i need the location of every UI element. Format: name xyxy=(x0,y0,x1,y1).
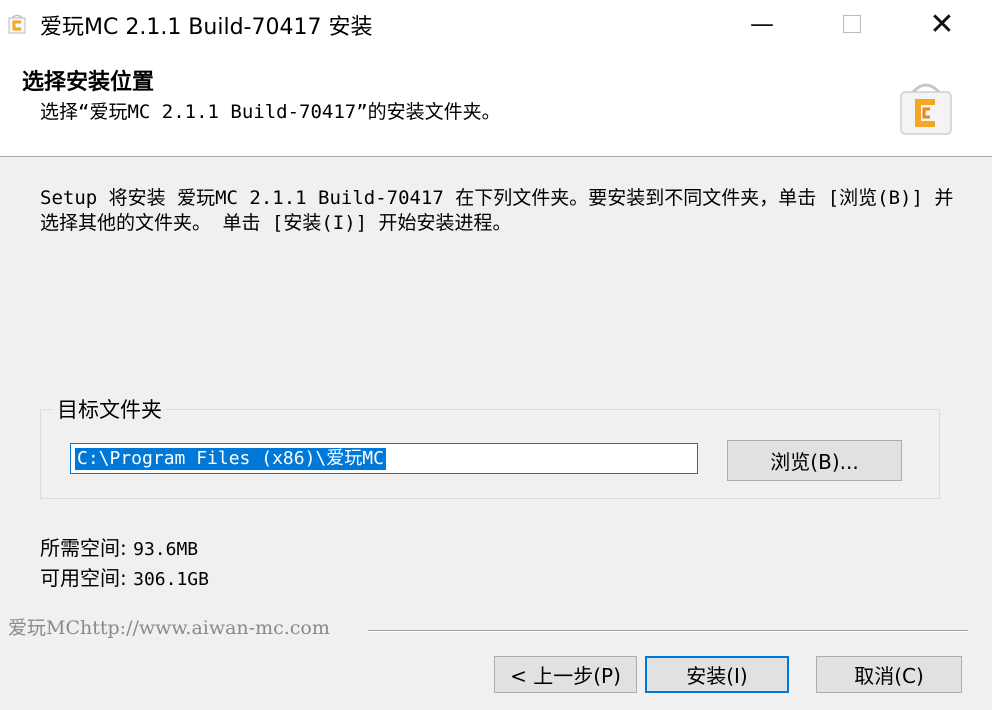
maximize-icon xyxy=(843,15,861,33)
page-title: 选择安装位置 xyxy=(22,70,155,95)
install-path-input[interactable]: C:\Program Files (x86)\爱玩MC xyxy=(70,443,698,474)
minimize-button[interactable]: — xyxy=(716,0,808,48)
space-required: 所需空间: 93.6MB xyxy=(40,532,198,561)
content-panel: Setup 将安装 爱玩MC 2.1.1 Build-70417 在下列文件夹。… xyxy=(0,157,992,710)
browse-button[interactable]: 浏览(B)... xyxy=(727,440,902,481)
cancel-button[interactable]: 取消(C) xyxy=(816,656,962,693)
maximize-button[interactable] xyxy=(806,0,898,48)
space-available-value: 306.1GB xyxy=(133,569,209,590)
page-header: 选择安装位置 选择“爱玩MC 2.1.1 Build-70417”的安装文件夹。 xyxy=(0,48,992,157)
install-path-value: C:\Program Files (x86)\爱玩MC xyxy=(75,448,386,470)
destination-folder-group: 目标文件夹 C:\Program Files (x86)\爱玩MC 浏览(B).… xyxy=(40,394,940,499)
close-button[interactable]: ✕ xyxy=(896,0,988,48)
footer-divider xyxy=(368,630,968,632)
intro-text: Setup 将安装 爱玩MC 2.1.1 Build-70417 在下列文件夹。… xyxy=(40,187,954,234)
title-bar: 爱玩MC 2.1.1 Build-70417 安装 — ✕ xyxy=(0,0,992,48)
back-button[interactable]: < 上一步(P) xyxy=(494,656,637,693)
space-required-label: 所需空间: xyxy=(40,536,127,560)
install-button[interactable]: 安装(I) xyxy=(645,656,789,693)
brand-text: 爱玩MChttp://www.aiwan-mc.com xyxy=(8,613,338,640)
space-available-label: 可用空间: xyxy=(40,566,127,590)
destination-folder-label: 目标文件夹 xyxy=(53,394,166,424)
space-available: 可用空间: 306.1GB xyxy=(40,562,209,591)
aiwanmc-logo-icon xyxy=(900,83,952,135)
window-title: 爱玩MC 2.1.1 Build-70417 安装 xyxy=(40,15,373,40)
page-subtitle: 选择“爱玩MC 2.1.1 Build-70417”的安装文件夹。 xyxy=(40,101,501,123)
space-required-value: 93.6MB xyxy=(133,539,199,560)
app-icon xyxy=(8,14,26,34)
close-icon: ✕ xyxy=(929,6,955,42)
minimize-icon: — xyxy=(750,10,774,38)
